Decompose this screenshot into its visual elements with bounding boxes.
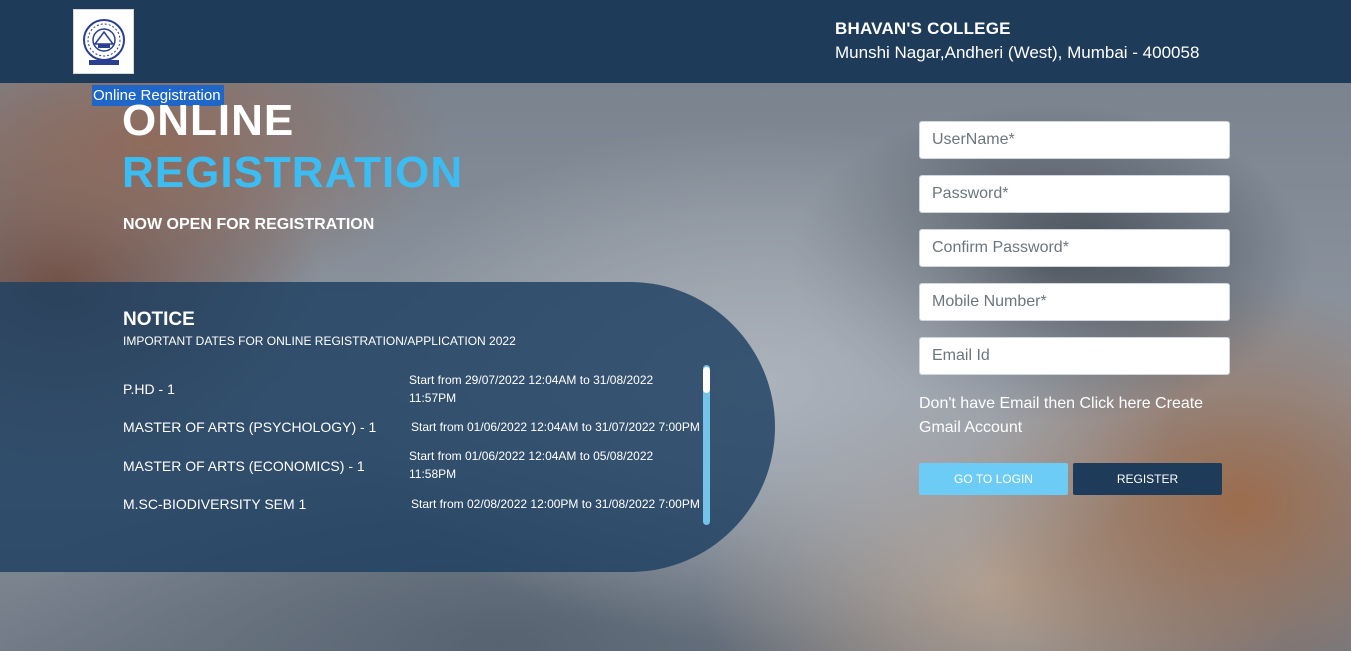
notice-scrollbar[interactable]	[703, 365, 710, 525]
register-button[interactable]: REGISTER	[1073, 463, 1222, 495]
notice-subtitle: IMPORTANT DATES FOR ONLINE REGISTRATION/…	[123, 334, 516, 348]
college-logo[interactable]	[73, 9, 134, 74]
hero-title-line2: REGISTRATION	[122, 148, 464, 197]
college-name: BHAVAN'S COLLEGE	[835, 19, 1011, 38]
notice-course-dates: Start from 02/08/2022 12:00PM to 31/08/2…	[411, 497, 700, 511]
notice-scrollbar-thumb[interactable]	[703, 367, 710, 393]
notice-panel: NOTICE IMPORTANT DATES FOR ONLINE REGIST…	[0, 282, 775, 572]
mobile-number-input[interactable]	[919, 283, 1230, 321]
hero-title-line1: ONLINE	[122, 96, 295, 145]
email-input[interactable]	[919, 337, 1230, 375]
notice-course: M.SC-BIODIVERSITY SEM 1	[123, 496, 307, 512]
hero-subtitle: NOW OPEN FOR REGISTRATION	[123, 216, 375, 233]
go-to-login-button[interactable]: GO TO LOGIN	[919, 463, 1068, 495]
notice-course-dates: Start from 01/06/2022 12:04AM to 05/08/2…	[409, 449, 654, 481]
confirm-password-input[interactable]	[919, 229, 1230, 267]
username-input[interactable]	[919, 121, 1230, 159]
create-gmail-link[interactable]: Don't have Email then Click here Create …	[919, 392, 1219, 440]
notice-course: P.HD - 1	[123, 381, 175, 397]
notice-course: MASTER OF ARTS (PSYCHOLOGY) - 1	[123, 419, 377, 435]
college-info: BHAVAN'S COLLEGE Munshi Nagar,Andheri (W…	[835, 19, 1199, 63]
password-input[interactable]	[919, 175, 1230, 213]
notice-course-dates: Start from 29/07/2022 12:04AM to 31/08/2…	[409, 373, 654, 405]
notice-course: MASTER OF ARTS (ECONOMICS) - 1	[123, 458, 365, 474]
header: BHAVAN'S COLLEGE Munshi Nagar,Andheri (W…	[0, 0, 1351, 83]
college-emblem-icon	[82, 18, 125, 65]
notice-course-dates: Start from 01/06/2022 12:04AM to 31/07/2…	[411, 420, 700, 434]
notice-title: NOTICE	[123, 309, 195, 330]
college-address: Munshi Nagar,Andheri (West), Mumbai - 40…	[835, 43, 1200, 62]
